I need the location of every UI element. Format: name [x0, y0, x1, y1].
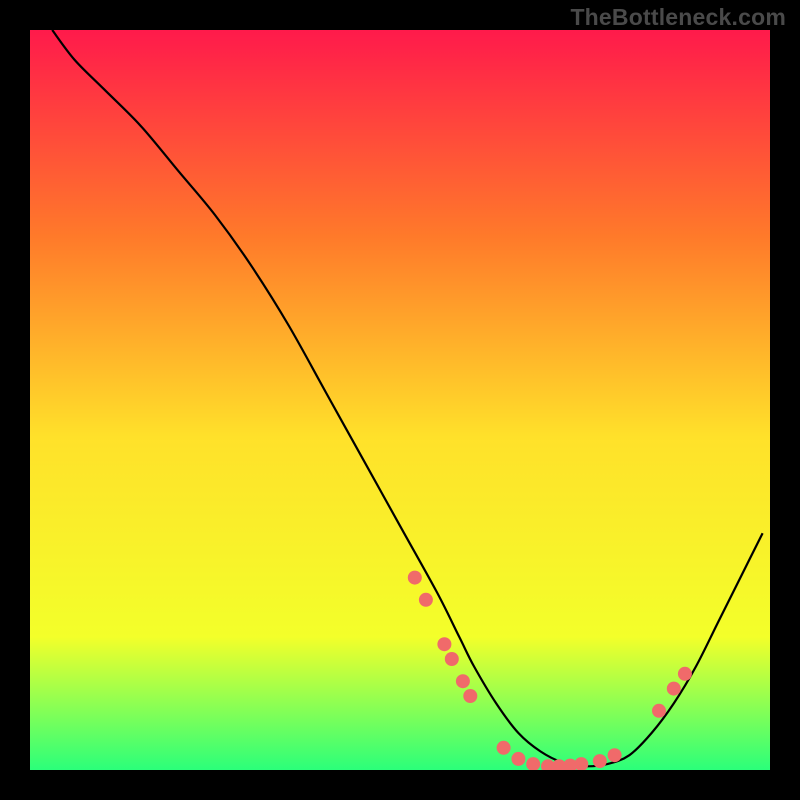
chart-frame: TheBottleneck.com: [0, 0, 800, 800]
highlight-dot: [667, 682, 681, 696]
bottleneck-chart: [30, 30, 770, 770]
highlight-dot: [419, 593, 433, 607]
highlight-dot: [678, 667, 692, 681]
highlight-dot: [652, 704, 666, 718]
highlight-dot: [593, 754, 607, 768]
highlight-dot: [456, 674, 470, 688]
highlight-dot: [608, 748, 622, 762]
highlight-dot: [497, 741, 511, 755]
highlight-dot: [445, 652, 459, 666]
highlight-dot: [511, 752, 525, 766]
watermark-text: TheBottleneck.com: [570, 4, 786, 31]
highlight-dot: [463, 689, 477, 703]
highlight-dot: [408, 571, 422, 585]
highlight-dot: [437, 637, 451, 651]
gradient-background: [30, 30, 770, 770]
plot-area: [30, 30, 770, 770]
